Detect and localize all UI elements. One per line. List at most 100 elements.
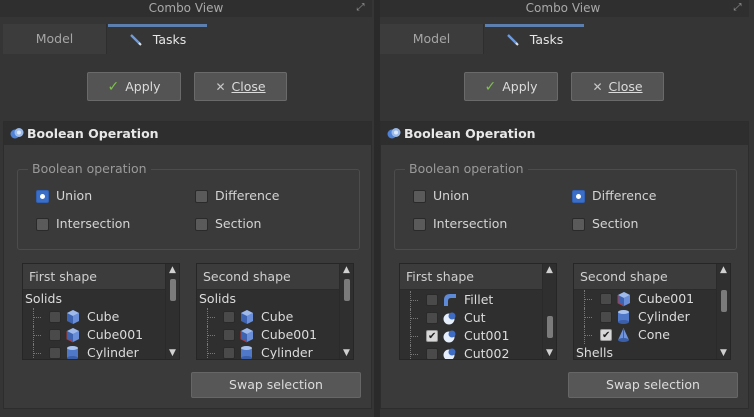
radio-indicator [195,218,208,231]
scroll-down-icon[interactable]: ▼ [166,347,179,359]
tree-row[interactable]: Cone [574,326,716,345]
scroll-up-icon[interactable]: ▲ [543,264,556,276]
boolean-icon [10,128,24,139]
scrollbar-thumb[interactable] [344,279,350,301]
shape-checkbox[interactable] [49,311,61,323]
tree-row[interactable]: Cut002 [400,345,542,359]
shape-checkbox[interactable] [223,347,235,359]
scroll-down-icon[interactable]: ▼ [340,347,353,359]
tree-row[interactable]: Cut001 [400,327,542,346]
shape-checkbox-checked[interactable] [426,328,438,346]
tree-row[interactable]: Fillet [400,291,542,309]
shape-checkbox[interactable] [600,311,612,323]
tab-model[interactable]: Model [3,24,107,54]
scroll-up-icon[interactable]: ▲ [717,264,730,276]
radio-indicator [572,218,585,231]
shape-checkbox[interactable] [426,312,438,324]
second-shape-header[interactable]: Second shape [197,264,339,290]
tree-row[interactable]: Cut [400,309,542,327]
cylinder-icon [618,310,629,324]
section-label: Section [215,216,262,231]
tree-row[interactable]: Cylinder [574,308,716,326]
shape-checkbox[interactable] [223,329,235,341]
tree-group-row[interactable]: Shells [574,344,716,359]
cube-icon [617,292,630,307]
vertical-scrollbar[interactable]: ▲ ▼ [542,264,556,359]
scrollbar-thumb[interactable] [721,290,727,312]
swap-selection-button[interactable]: Swap selection [568,372,738,398]
first-shape-header[interactable]: First shape [400,264,542,290]
vertical-scrollbar[interactable]: ▲ ▼ [716,264,730,359]
difference-label: Difference [215,188,280,203]
vertical-scrollbar[interactable]: ▲ ▼ [165,264,179,359]
second-shape-tree[interactable]: Second shape Cube001 Cylinder ✔ Cone She… [573,263,731,360]
second-shape-header[interactable]: Second shape [574,264,716,290]
cube-icon [241,310,253,324]
shape-checkbox[interactable] [223,311,235,323]
scroll-up-icon[interactable]: ▲ [166,264,179,276]
shape-label: Cone [638,327,670,342]
pencil-icon [129,34,142,46]
scroll-down-icon[interactable]: ▼ [717,347,730,359]
first-shape-rows: Solids Cube Cube001 Cylinder [23,290,165,359]
tab-model-label: Model [35,31,74,46]
tree-row[interactable]: Cube [23,308,165,326]
shape-checkbox[interactable] [49,329,61,341]
second-shape-tree[interactable]: Second shape Solids Cube Cube001 Cylinde… [196,263,354,360]
combo-view-title: Combo View [525,1,601,15]
close-button-label: Close [231,79,266,94]
panel-header[interactable]: Boolean Operation [381,122,748,145]
tab-model-label: Model [412,31,451,46]
shape-checkbox-checked[interactable] [600,327,612,345]
shape-checkbox[interactable] [426,294,438,306]
tree-row[interactable]: Cube001 [23,326,165,344]
cube-icon [67,310,79,324]
radio-indicator [195,190,208,203]
apply-button-label: Apply [125,79,161,94]
float-window-icon[interactable]: ⤢ [732,2,743,13]
tree-row[interactable]: Cube001 [197,326,339,344]
cylinder-icon [241,346,252,359]
tab-model[interactable]: Model [380,24,484,54]
tab-tasks[interactable]: Tasks [108,24,207,54]
pane-splitter[interactable] [374,0,380,417]
shape-checkbox[interactable] [49,347,61,359]
difference-label: Difference [592,188,657,203]
swap-selection-button[interactable]: Swap selection [191,372,361,398]
shape-checkbox[interactable] [600,293,612,305]
shape-label: Cut [464,310,486,325]
apply-button[interactable]: ✓ Apply [87,72,181,101]
scroll-down-icon[interactable]: ▼ [543,347,556,359]
first-shape-header[interactable]: First shape [23,264,165,290]
fillet-icon [444,294,456,306]
apply-button[interactable]: ✓ Apply [464,72,558,101]
group-title: Boolean operation [405,162,528,176]
tree-row[interactable]: Cylinder [23,344,165,359]
tree-row[interactable]: Cylinder [197,344,339,359]
vertical-scrollbar[interactable]: ▲ ▼ [339,264,353,359]
close-button[interactable]: ✕ Close [571,72,664,101]
shape-checkbox[interactable] [426,348,438,359]
tree-group-row[interactable]: Solids [197,290,339,308]
panel-header[interactable]: Boolean Operation [4,122,371,145]
scrollbar-thumb[interactable] [170,279,176,301]
first-shape-tree[interactable]: First shape Solids Cube Cube001 Cylinder… [22,263,180,360]
tab-tasks[interactable]: Tasks [485,24,584,54]
shape-label: Cut001 [464,328,510,343]
scroll-up-icon[interactable]: ▲ [340,264,353,276]
tree-row[interactable]: Cube [197,308,339,326]
cylinder-icon [67,346,78,359]
tree-group-row[interactable]: Solids [23,290,165,308]
scrollbar-thumb[interactable] [547,316,553,338]
boolean-icon [387,128,401,139]
second-shape-rows: Cube001 Cylinder Cone Shells [574,290,716,359]
combo-view-title-bar: Combo View ⤢ [0,0,372,17]
union-label: Union [433,188,470,203]
first-shape-tree[interactable]: First shape Fillet Cut ✔ Cut001 Cut002 ▲… [399,263,557,360]
combo-view-title: Combo View [148,1,224,15]
tree-row[interactable]: Cube001 [574,290,716,308]
close-button[interactable]: ✕ Close [194,72,287,101]
shape-label: Cube001 [261,327,318,342]
float-window-icon[interactable]: ⤢ [355,2,366,13]
boolean-operation-group: Boolean operation Union Difference Inter… [17,162,360,250]
